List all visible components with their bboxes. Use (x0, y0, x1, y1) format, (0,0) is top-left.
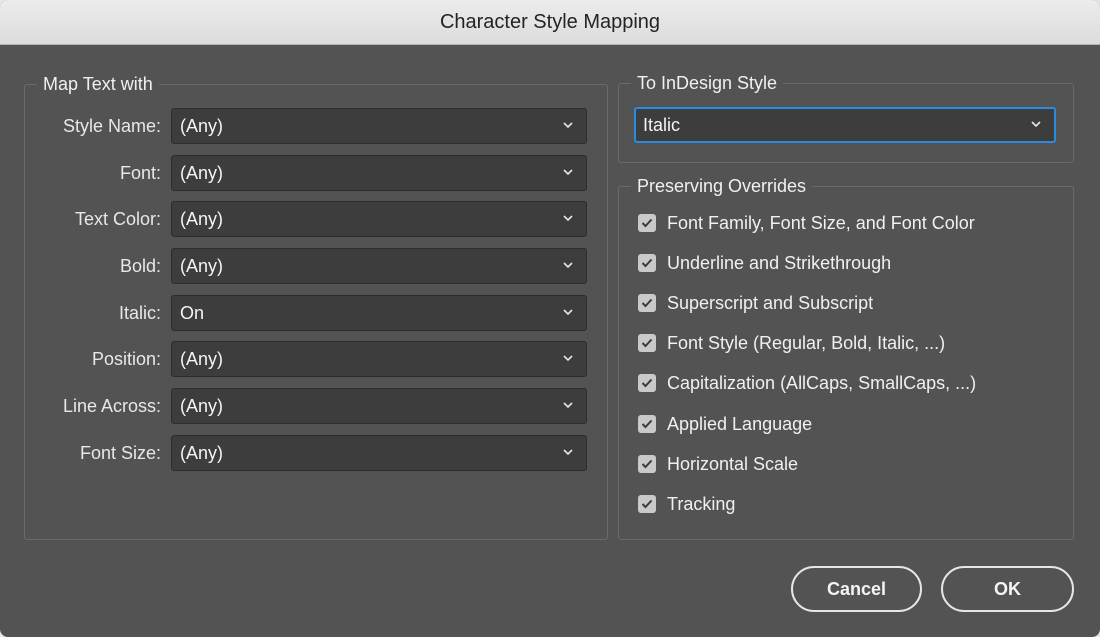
checkmark-icon (641, 419, 653, 429)
chevron-down-icon (563, 122, 573, 129)
font-label: Font: (119, 163, 161, 183)
to-indesign-style-legend: To InDesign Style (631, 71, 784, 95)
checkbox-label: Superscript and Subscript (667, 292, 874, 313)
chevron-down-icon (563, 449, 573, 456)
italic-value: On (180, 303, 205, 323)
checkmark-icon (641, 459, 653, 469)
text-color-value: (Any) (180, 209, 224, 229)
override-tracking[interactable]: Tracking (638, 490, 735, 518)
dialog-title: Character Style Mapping (439, 10, 661, 33)
override-horizontal-scale[interactable]: Horizontal Scale (638, 450, 798, 478)
font-size-label: Font Size: (79, 443, 161, 463)
checkmark-icon (641, 218, 653, 228)
font-value: (Any) (180, 163, 224, 183)
checkbox-label: Tracking (667, 493, 736, 514)
bold-select[interactable]: (Any) (171, 248, 587, 284)
bold-label: Bold: (119, 256, 161, 276)
style-name-select[interactable]: (Any) (171, 108, 587, 144)
checkbox-label: Capitalization (AllCaps, SmallCaps, ...) (667, 372, 977, 393)
preserving-overrides-legend: Preserving Overrides (631, 174, 813, 198)
style-name-value: (Any) (180, 116, 224, 136)
position-value: (Any) (180, 349, 224, 369)
checkbox-label: Font Family, Font Size, and Font Color (667, 212, 975, 233)
chevron-down-icon (1031, 121, 1041, 128)
chevron-down-icon (563, 402, 573, 409)
text-color-select[interactable]: (Any) (171, 201, 587, 237)
override-applied-language[interactable]: Applied Language (638, 410, 812, 438)
text-color-label: Text Color: (74, 209, 161, 229)
bold-value: (Any) (180, 256, 224, 276)
line-across-select[interactable]: (Any) (171, 388, 587, 424)
font-size-value: (Any) (180, 443, 224, 463)
checkmark-icon (641, 298, 653, 308)
line-across-value: (Any) (180, 396, 224, 416)
checkbox[interactable] (638, 415, 656, 433)
font-size-select[interactable]: (Any) (171, 435, 587, 471)
checkbox-label: Underline and Strikethrough (667, 252, 892, 273)
checkbox-label: Horizontal Scale (667, 453, 799, 474)
checkbox-label: Applied Language (667, 413, 813, 434)
chevron-down-icon (563, 215, 573, 222)
checkbox[interactable] (638, 214, 656, 232)
position-label: Position: (91, 349, 161, 369)
checkbox-label: Font Style (Regular, Bold, Italic, ...) (667, 332, 946, 353)
override-capitalization[interactable]: Capitalization (AllCaps, SmallCaps, ...) (638, 369, 976, 397)
chevron-down-icon (563, 309, 573, 316)
italic-label: Italic: (118, 303, 161, 323)
indesign-style-value: Italic (643, 115, 681, 135)
cancel-button[interactable]: Cancel (791, 566, 922, 612)
position-select[interactable]: (Any) (171, 341, 587, 377)
map-text-legend: Map Text with (37, 72, 159, 96)
checkmark-icon (641, 258, 653, 268)
chevron-down-icon (563, 169, 573, 176)
ok-button[interactable]: OK (941, 566, 1074, 612)
checkbox[interactable] (638, 455, 656, 473)
override-font-family-size-color[interactable]: Font Family, Font Size, and Font Color (638, 209, 975, 237)
italic-select[interactable]: On (171, 295, 587, 331)
checkbox[interactable] (638, 294, 656, 312)
checkmark-icon (641, 499, 653, 509)
line-across-label: Line Across: (62, 396, 161, 416)
dialog-titlebar: Character Style Mapping (0, 0, 1100, 45)
preserving-overrides-group: Preserving Overrides (618, 174, 1074, 540)
indesign-style-select[interactable]: Italic (634, 107, 1056, 143)
override-underline-strikethrough[interactable]: Underline and Strikethrough (638, 249, 891, 277)
character-style-mapping-dialog: Character Style Mapping Map Text with St… (0, 0, 1100, 637)
override-superscript-subscript[interactable]: Superscript and Subscript (638, 289, 873, 317)
chevron-down-icon (563, 355, 573, 362)
checkbox[interactable] (638, 254, 656, 272)
chevron-down-icon (563, 262, 573, 269)
checkbox[interactable] (638, 334, 656, 352)
override-font-style[interactable]: Font Style (Regular, Bold, Italic, ...) (638, 329, 945, 357)
checkmark-icon (641, 378, 653, 388)
checkmark-icon (641, 338, 653, 348)
checkbox[interactable] (638, 374, 656, 392)
checkbox[interactable] (638, 495, 656, 513)
style-name-label: Style Name: (62, 116, 161, 136)
font-select[interactable]: (Any) (171, 155, 587, 191)
